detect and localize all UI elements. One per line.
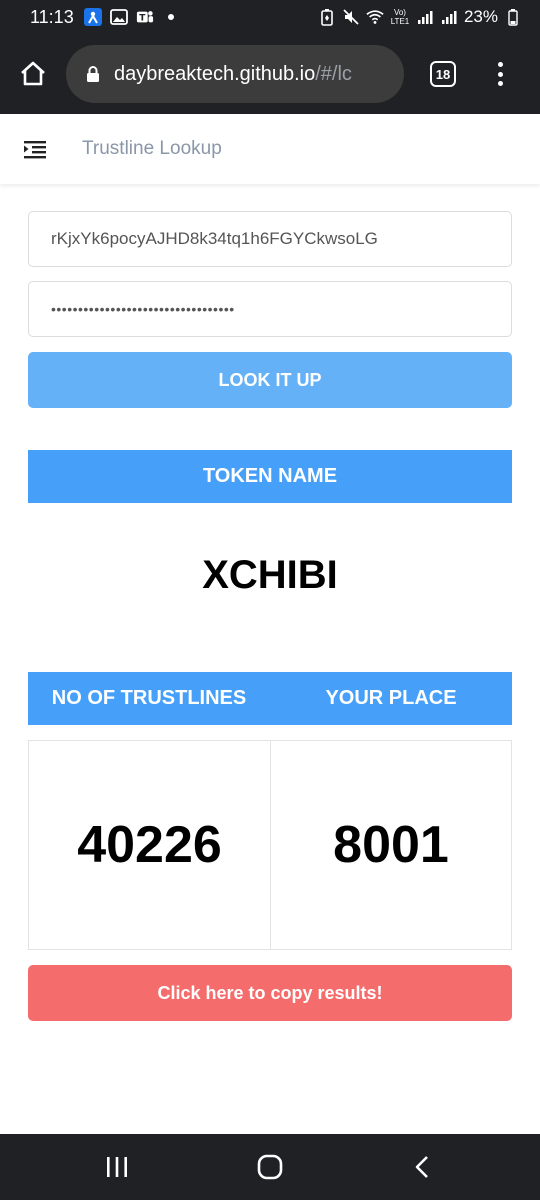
mute-icon <box>342 8 360 26</box>
lock-icon <box>87 66 99 82</box>
more-vert-icon <box>497 62 503 67</box>
url-domain: daybreaktech.github.io <box>114 62 316 85</box>
home-icon <box>21 61 45 86</box>
tabs-button[interactable]: 18 <box>430 61 456 87</box>
look-it-up-button[interactable]: LOOK IT UP <box>28 352 512 408</box>
status-time: 11:13 <box>30 6 74 27</box>
network-label: Vo) LTE1 <box>390 8 410 26</box>
copy-results-button[interactable]: Click here to copy results! <box>28 965 512 1021</box>
page-title: Trustline Lookup <box>82 138 222 159</box>
your-place-value: 8001 <box>270 741 511 949</box>
battery-icon <box>504 8 522 26</box>
your-place-header: YOUR PLACE <box>325 687 457 709</box>
battery-percent: 23% <box>463 7 498 26</box>
tab-count: 18 <box>435 66 451 82</box>
url-text: daybreaktech.github.io/#/lc <box>114 63 352 86</box>
recents-button[interactable] <box>87 1147 147 1187</box>
trustlines-count: 40226 <box>77 816 222 874</box>
app-header: Trustline Lookup <box>0 114 540 184</box>
token-name-value: XCHIBI <box>202 552 338 597</box>
url-path: /#/lc <box>315 62 352 85</box>
notification-dot-icon <box>162 8 180 26</box>
system-nav-bar <box>0 1134 540 1200</box>
more-vert-dot <box>497 81 503 86</box>
status-left: 11:13 T <box>30 7 180 28</box>
svg-text:T: T <box>139 14 146 24</box>
results-header: NO OF TRUSTLINES YOUR PLACE <box>28 672 512 725</box>
recents-icon <box>106 1157 127 1177</box>
results-table: 40226 8001 <box>28 740 512 950</box>
status-bar: 11:13 T Vo) LTE1 23% <box>0 0 540 34</box>
browser-menu-button[interactable] <box>490 59 510 89</box>
address-input[interactable]: rKjxYk6pocyAJHD8k34tq1h6FGYCkwsoLG <box>28 211 512 267</box>
back-icon <box>416 1156 429 1178</box>
app-notification-icon <box>83 8 102 26</box>
token-name-header: TOKEN NAME <box>28 450 512 503</box>
menu-toggle-icon[interactable] <box>24 138 46 160</box>
secret-input[interactable]: •••••••••••••••••••••••••••••••••• <box>28 281 512 337</box>
back-button[interactable] <box>393 1147 453 1187</box>
browser-toolbar: daybreaktech.github.io/#/lc 18 <box>0 34 540 114</box>
nav-home-button[interactable] <box>240 1147 300 1187</box>
status-right: Vo) LTE1 23% <box>318 7 522 27</box>
signal-2-icon <box>440 8 458 26</box>
teams-icon: T <box>136 8 154 26</box>
gallery-icon <box>109 8 128 26</box>
url-bar[interactable]: daybreaktech.github.io/#/lc <box>66 45 404 103</box>
browser-home-button[interactable] <box>0 34 66 114</box>
signal-1-icon <box>416 8 434 26</box>
trustlines-header: NO OF TRUSTLINES <box>51 687 247 709</box>
nav-home-icon <box>257 1154 283 1180</box>
wifi-icon <box>366 8 384 26</box>
battery-saver-icon <box>318 8 336 26</box>
more-vert-dot <box>497 71 503 77</box>
